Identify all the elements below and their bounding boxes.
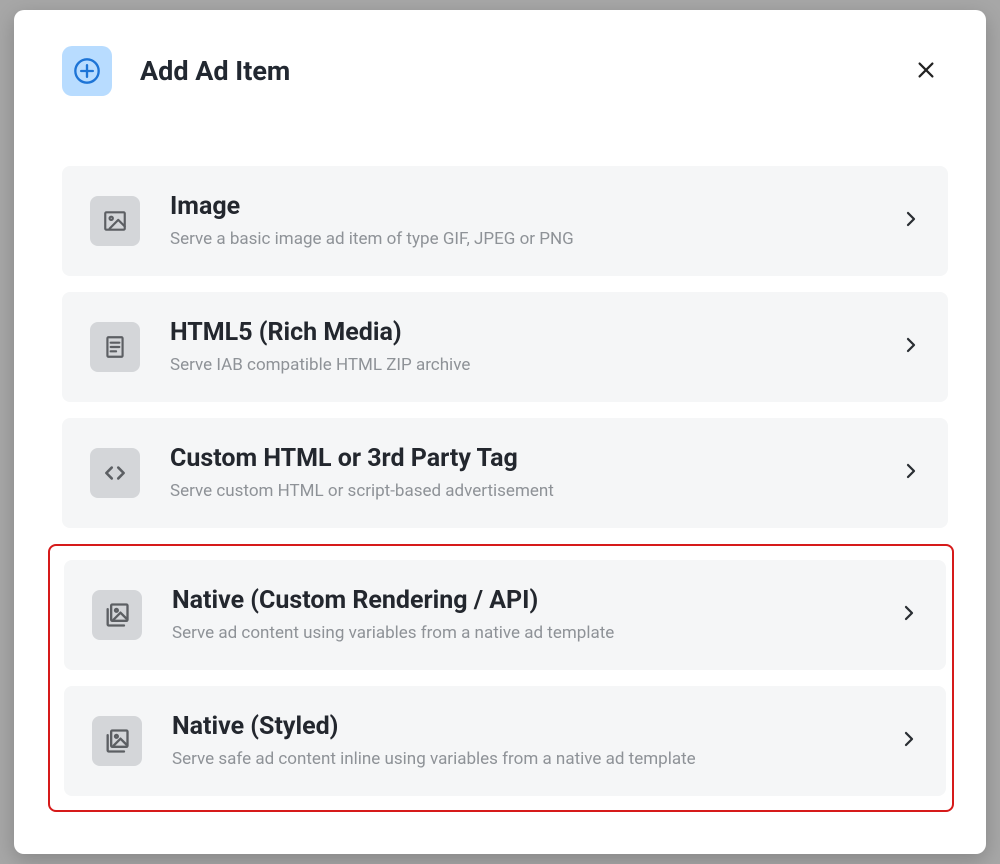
option-native-styled[interactable]: Native (Styled) Serve safe ad content in… — [64, 686, 946, 796]
native-stack-icon — [92, 716, 142, 766]
option-custom-html[interactable]: Custom HTML or 3rd Party Tag Serve custo… — [62, 418, 948, 528]
highlighted-native-group: Native (Custom Rendering / API) Serve ad… — [48, 544, 954, 812]
option-native-api[interactable]: Native (Custom Rendering / API) Serve ad… — [64, 560, 946, 670]
option-text: Native (Styled) Serve safe ad content in… — [172, 712, 870, 770]
document-icon — [90, 322, 140, 372]
option-subtitle: Serve ad content using variables from a … — [172, 622, 870, 644]
option-title: Custom HTML or 3rd Party Tag — [170, 444, 872, 474]
option-text: Image Serve a basic image ad item of typ… — [170, 192, 872, 250]
chevron-right-icon — [902, 210, 920, 232]
ad-type-option-list: Image Serve a basic image ad item of typ… — [46, 166, 954, 812]
option-subtitle: Serve IAB compatible HTML ZIP archive — [170, 354, 872, 376]
close-button[interactable] — [908, 53, 944, 89]
option-title: HTML5 (Rich Media) — [170, 318, 872, 348]
native-stack-icon — [92, 590, 142, 640]
code-icon — [90, 448, 140, 498]
modal-header-left: Add Ad Item — [62, 46, 290, 96]
chevron-right-icon — [900, 730, 918, 752]
chevron-right-icon — [900, 604, 918, 626]
option-subtitle: Serve safe ad content inline using varia… — [172, 748, 870, 770]
option-html5[interactable]: HTML5 (Rich Media) Serve IAB compatible … — [62, 292, 948, 402]
modal-header: Add Ad Item — [46, 46, 954, 96]
close-icon — [915, 59, 937, 84]
modal-scroll-area[interactable]: Add Ad Item — [46, 46, 960, 824]
option-text: HTML5 (Rich Media) Serve IAB compatible … — [170, 318, 872, 376]
plus-circle-icon — [62, 46, 112, 96]
chevron-right-icon — [902, 336, 920, 358]
option-title: Native (Styled) — [172, 712, 870, 742]
option-title: Image — [170, 192, 872, 222]
option-text: Native (Custom Rendering / API) Serve ad… — [172, 586, 870, 644]
option-subtitle: Serve a basic image ad item of type GIF,… — [170, 228, 872, 250]
image-icon — [90, 196, 140, 246]
option-text: Custom HTML or 3rd Party Tag Serve custo… — [170, 444, 872, 502]
option-title: Native (Custom Rendering / API) — [172, 586, 870, 616]
add-ad-item-modal: Add Ad Item — [14, 10, 986, 854]
option-subtitle: Serve custom HTML or script-based advert… — [170, 480, 872, 502]
modal-title: Add Ad Item — [140, 55, 290, 87]
option-image[interactable]: Image Serve a basic image ad item of typ… — [62, 166, 948, 276]
chevron-right-icon — [902, 462, 920, 484]
